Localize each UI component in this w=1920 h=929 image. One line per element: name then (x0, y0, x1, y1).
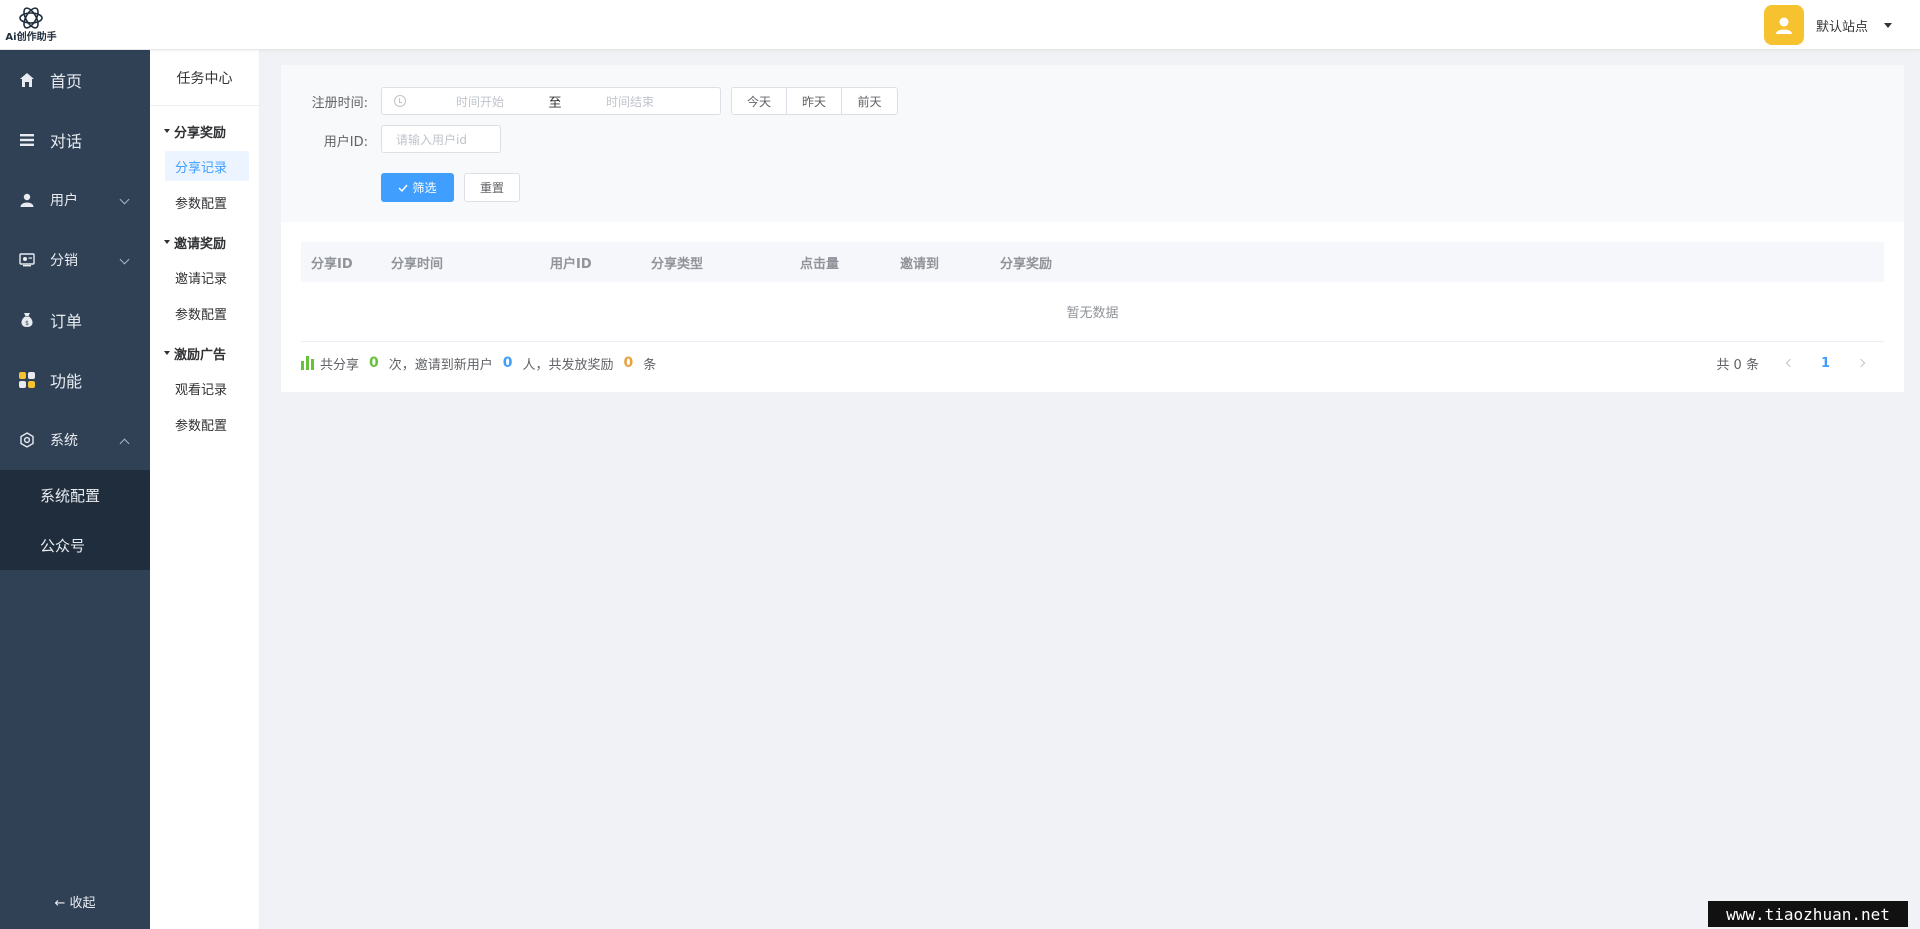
sidebar-item-label: 用户 (50, 193, 78, 209)
reward-count: 0 (623, 355, 634, 371)
table-footer: 共分享 0 次，邀请到新用户 0 人，共发放奖励 0 条 共 0 条 1 (301, 342, 1884, 384)
summary-text: 人，共发放奖励 (522, 357, 614, 373)
sidebar-subitem-system-config[interactable]: 系统配置 (0, 470, 150, 520)
system-submenu: 系统配置 公众号 (0, 470, 150, 570)
empty-state: 暂无数据 (301, 282, 1884, 342)
distribution-icon (18, 251, 36, 269)
app-logo[interactable]: Ai创作助手 (4, 4, 58, 46)
group-ad-reward[interactable]: 激励广告 (150, 336, 259, 370)
chevron-down-icon (119, 254, 130, 265)
reset-button[interactable]: 重置 (464, 173, 520, 202)
column-header[interactable]: 分享奖励 (990, 253, 1110, 272)
table-header: 分享ID 分享时间 用户ID 分享类型 点击量 邀请到 分享奖励 (301, 242, 1884, 282)
column-header[interactable]: 用户ID (540, 253, 641, 272)
date-range-picker[interactable]: 时间开始 至 时间结束 (381, 87, 721, 115)
sidebar-subitem-official-account[interactable]: 公众号 (0, 520, 150, 570)
chevron-down-icon (119, 194, 130, 205)
top-header: Ai创作助手 默认站点 (0, 0, 1920, 50)
pagination: 共 0 条 1 (1716, 342, 1866, 384)
watermark: www.tiaozhuan.net (1708, 901, 1908, 927)
sidebar-item-distribution[interactable]: 分销 (0, 230, 150, 290)
sub-link-invite-records[interactable]: 邀请记录 (165, 262, 249, 292)
sidebar-item-chat[interactable]: 对话 (0, 110, 150, 170)
user-avatar-icon (1775, 17, 1792, 34)
column-header[interactable]: 点击量 (790, 253, 890, 272)
group-label: 激励广告 (174, 347, 227, 363)
svg-text:$: $ (25, 320, 29, 327)
group-label: 分享奖励 (174, 125, 227, 141)
sidebar-item-label: 分销 (50, 253, 78, 269)
sidebar-item-label: 订单 (50, 312, 83, 331)
caret-down-icon (164, 129, 170, 133)
next-page-icon[interactable] (1856, 358, 1866, 368)
column-header[interactable]: 分享时间 (381, 253, 540, 272)
gear-icon (18, 431, 36, 449)
list-icon (18, 131, 36, 149)
today-button[interactable]: 今天 (732, 88, 787, 114)
filter-button-label: 筛选 (412, 181, 437, 195)
group-share-reward[interactable]: 分享奖励 (150, 114, 259, 148)
current-page[interactable]: 1 (1821, 356, 1830, 371)
sidebar-item-label: 首页 (50, 72, 83, 91)
column-header[interactable]: 分享类型 (641, 253, 790, 272)
day-before-button[interactable]: 前天 (842, 88, 897, 114)
secondary-sidebar-title: 任务中心 (150, 50, 259, 106)
sidebar-item-label: 对话 (50, 132, 83, 151)
prev-page-icon[interactable] (1785, 358, 1795, 368)
column-header[interactable]: 分享ID (301, 253, 381, 272)
site-name[interactable]: 默认站点 (1816, 16, 1868, 35)
sub-link-share-config[interactable]: 参数配置 (165, 187, 249, 217)
user-id-input[interactable]: 请输入用户id (381, 125, 501, 153)
home-icon (18, 71, 36, 89)
group-label: 邀请奖励 (174, 236, 227, 252)
summary-text: 条 (643, 357, 657, 373)
summary-text: 次，邀请到新用户 (388, 357, 493, 373)
clock-icon (394, 95, 406, 107)
caret-down-icon[interactable] (1884, 22, 1892, 28)
invite-count: 0 (502, 355, 513, 371)
filter-button[interactable]: 筛选 (381, 173, 454, 202)
share-count: 0 (369, 355, 379, 371)
secondary-sidebar: 任务中心 分享奖励 分享记录 参数配置 邀请奖励 邀请记录 参数配置 激励广告 … (150, 50, 260, 929)
content-card: 注册时间: 时间开始 至 时间结束 今天 昨天 前天 用户ID: 请输入用户id… (281, 65, 1904, 392)
money-bag-icon: $ (18, 311, 36, 329)
grid-icon (18, 371, 36, 389)
group-invite-reward[interactable]: 邀请奖励 (150, 225, 259, 259)
sub-link-ad-config[interactable]: 参数配置 (165, 409, 249, 439)
sidebar-item-user[interactable]: 用户 (0, 170, 150, 230)
caret-down-icon (164, 351, 170, 355)
uid-label: 用户ID: (323, 135, 368, 150)
sidebar-item-label: 功能 (50, 372, 83, 391)
avatar[interactable] (1763, 5, 1804, 45)
bar-chart-icon (301, 356, 314, 370)
share-records-table: 分享ID 分享时间 用户ID 分享类型 点击量 邀请到 分享奖励 暂无数据 共分… (301, 242, 1884, 384)
end-date-input[interactable]: 时间结束 (570, 93, 690, 110)
site-switcher[interactable]: 默认站点 (1763, 5, 1892, 45)
sub-link-invite-config[interactable]: 参数配置 (165, 298, 249, 328)
logo-text: Ai创作助手 (5, 32, 57, 43)
openai-logo-icon (19, 7, 43, 29)
yesterday-button[interactable]: 昨天 (787, 88, 842, 114)
sub-link-view-records[interactable]: 观看记录 (165, 373, 249, 403)
sidebar-item-features[interactable]: 功能 (0, 350, 150, 410)
caret-down-icon (164, 240, 170, 244)
quick-date-group: 今天 昨天 前天 (731, 87, 898, 115)
main-sidebar: 首页 对话 用户 分销 $ 订单 功能 系统 系统配置 公众号 ← 收起 (0, 50, 150, 929)
sidebar-item-system[interactable]: 系统 (0, 410, 150, 470)
check-icon (398, 184, 409, 192)
sidebar-item-home[interactable]: 首页 (0, 50, 150, 110)
collapse-button[interactable]: ← 收起 (0, 892, 150, 911)
sidebar-item-orders[interactable]: $ 订单 (0, 290, 150, 350)
sub-link-share-records[interactable]: 分享记录 (165, 151, 249, 181)
sidebar-item-label: 系统 (50, 433, 78, 449)
user-icon (18, 191, 36, 209)
chevron-up-icon (119, 438, 130, 449)
pagination-total: 共 0 条 (1716, 357, 1759, 373)
reg-time-label: 注册时间: (311, 96, 368, 111)
range-separator: 至 (548, 95, 562, 111)
summary-text: 共分享 (320, 357, 360, 373)
filter-form: 注册时间: 时间开始 至 时间结束 今天 昨天 前天 用户ID: 请输入用户id… (281, 65, 1904, 222)
start-date-input[interactable]: 时间开始 (420, 93, 540, 110)
column-header[interactable]: 邀请到 (890, 253, 990, 272)
